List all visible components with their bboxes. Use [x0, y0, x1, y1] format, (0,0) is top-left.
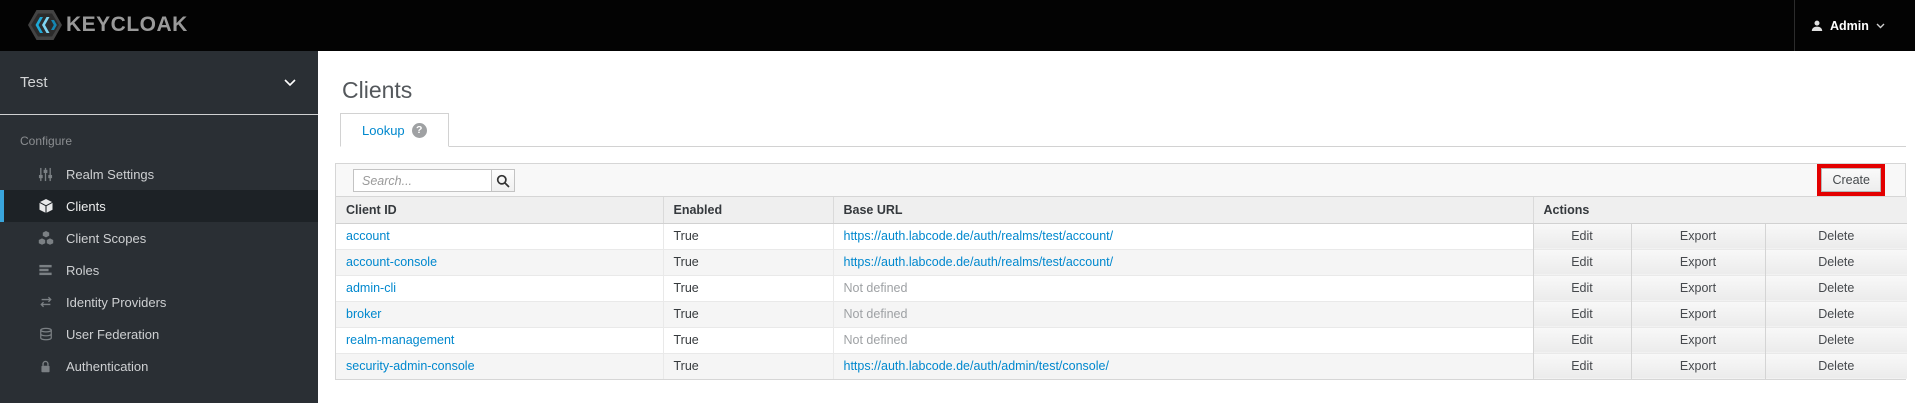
sidebar-item-label: Authentication [66, 358, 149, 374]
edit-button[interactable]: Edit [1532, 326, 1631, 353]
tab-label: Lookup [362, 122, 405, 138]
page-title: Clients [342, 77, 413, 103]
sidebar-item-realm-settings[interactable]: Realm Settings [0, 158, 318, 190]
edit-button[interactable]: Edit [1532, 222, 1631, 249]
delete-button[interactable]: Delete [1764, 222, 1908, 249]
user-name: Admin [1830, 18, 1869, 33]
sidebar-item-label: Client Scopes [66, 230, 147, 246]
exchange-icon [37, 294, 54, 310]
delete-button[interactable]: Delete [1764, 300, 1908, 327]
chevron-down-icon [1876, 23, 1885, 29]
enabled-cell: True [662, 222, 833, 249]
enabled-cell: True [662, 352, 833, 379]
table-row: realm-management True Not defined Edit E… [336, 326, 1908, 353]
cubes-icon [37, 230, 54, 246]
export-button[interactable]: Export [1630, 300, 1765, 327]
sidebar-item-identity-providers[interactable]: Identity Providers [0, 286, 318, 318]
tab-lookup[interactable]: Lookup ? [340, 113, 449, 147]
clients-table: Create Client ID Enabled Base URL Action… [335, 163, 1908, 380]
export-button[interactable]: Export [1630, 222, 1765, 249]
table-row: account-console True https://auth.labcod… [336, 248, 1908, 275]
list-icon [37, 262, 54, 278]
enabled-cell: True [662, 300, 833, 327]
sidebar-item-client-scopes[interactable]: Client Scopes [0, 222, 318, 254]
base-url-cell: Not defined [832, 274, 1533, 301]
column-header-enabled: Enabled [662, 197, 833, 224]
keycloak-hexagon-icon [28, 9, 62, 41]
top-bar: KEYCLOAK Admin [0, 0, 1915, 51]
main-content: Clients Lookup ? Create [318, 51, 1915, 403]
search-input[interactable] [353, 169, 492, 192]
export-button[interactable]: Export [1630, 352, 1765, 379]
delete-button[interactable]: Delete [1764, 326, 1908, 353]
client-id-link[interactable]: realm-management [346, 333, 454, 347]
base-url-cell[interactable]: https://auth.labcode.de/auth/realms/test… [832, 222, 1533, 249]
export-button[interactable]: Export [1630, 248, 1765, 275]
realm-name: Test [20, 74, 48, 91]
table-toolbar: Create [336, 164, 1905, 197]
sidebar-item-label: User Federation [66, 326, 160, 342]
cube-icon [37, 198, 54, 214]
enabled-cell: True [662, 248, 833, 275]
base-url-cell[interactable]: https://auth.labcode.de/auth/admin/test/… [832, 352, 1533, 379]
user-menu[interactable]: Admin [1794, 0, 1903, 51]
search-button[interactable] [491, 169, 515, 192]
keycloak-logo: KEYCLOAK [28, 9, 188, 41]
sidebar-item-authentication[interactable]: Authentication [0, 350, 318, 382]
enabled-cell: True [662, 274, 833, 301]
logo-wordmark: KEYCLOAK [66, 13, 188, 36]
client-id-link[interactable]: security-admin-console [346, 359, 475, 373]
table-row: security-admin-console True https://auth… [336, 352, 1908, 379]
client-id-link[interactable]: account-console [346, 255, 437, 269]
enabled-cell: True [662, 326, 833, 353]
table-row: admin-cli True Not defined Edit Export D… [336, 274, 1908, 301]
export-button[interactable]: Export [1630, 326, 1765, 353]
lock-icon [37, 358, 54, 374]
sidebar: Test Configure Realm Settings Clients Cl… [0, 51, 318, 403]
base-url-cell[interactable]: https://auth.labcode.de/auth/realms/test… [832, 248, 1533, 275]
client-id-link[interactable]: admin-cli [346, 281, 396, 295]
base-url-cell: Not defined [832, 300, 1533, 327]
chevron-down-icon [284, 78, 296, 87]
sidebar-item-label: Clients [66, 198, 106, 214]
delete-button[interactable]: Delete [1764, 248, 1908, 275]
database-icon [37, 326, 54, 342]
edit-button[interactable]: Edit [1532, 274, 1631, 301]
create-button[interactable]: Create [1821, 168, 1881, 192]
search-group [353, 169, 515, 192]
annotation-highlight: Create [1817, 164, 1885, 196]
edit-button[interactable]: Edit [1532, 352, 1631, 379]
delete-button[interactable]: Delete [1764, 274, 1908, 301]
column-header-actions: Actions [1532, 197, 1908, 224]
sidebar-item-roles[interactable]: Roles [0, 254, 318, 286]
sidebar-item-label: Roles [66, 262, 100, 278]
export-button[interactable]: Export [1630, 274, 1765, 301]
edit-button[interactable]: Edit [1532, 300, 1631, 327]
help-icon[interactable]: ? [411, 122, 427, 138]
sliders-icon [37, 166, 54, 182]
column-header-client-id: Client ID [336, 197, 663, 224]
table-row: account True https://auth.labcode.de/aut… [336, 222, 1908, 249]
search-icon [496, 174, 510, 188]
user-icon [1811, 20, 1823, 32]
client-id-link[interactable]: broker [346, 307, 381, 321]
configure-section-label: Configure [20, 134, 73, 148]
tab-bar: Lookup ? [340, 113, 1906, 147]
edit-button[interactable]: Edit [1532, 248, 1631, 275]
table-header-row: Client ID Enabled Base URL Actions [336, 197, 1908, 224]
sidebar-item-label: Identity Providers [66, 294, 167, 310]
sidebar-item-label: Realm Settings [66, 166, 155, 182]
table-row: broker True Not defined Edit Export Dele… [336, 300, 1908, 327]
column-header-base-url: Base URL [832, 197, 1533, 224]
sidebar-item-clients[interactable]: Clients [0, 190, 318, 222]
delete-button[interactable]: Delete [1764, 352, 1908, 379]
clients-table-body: account True https://auth.labcode.de/aut… [336, 222, 1908, 379]
realm-selector[interactable]: Test [0, 51, 318, 115]
base-url-cell: Not defined [832, 326, 1533, 353]
client-id-link[interactable]: account [346, 229, 390, 243]
sidebar-item-user-federation[interactable]: User Federation [0, 318, 318, 350]
